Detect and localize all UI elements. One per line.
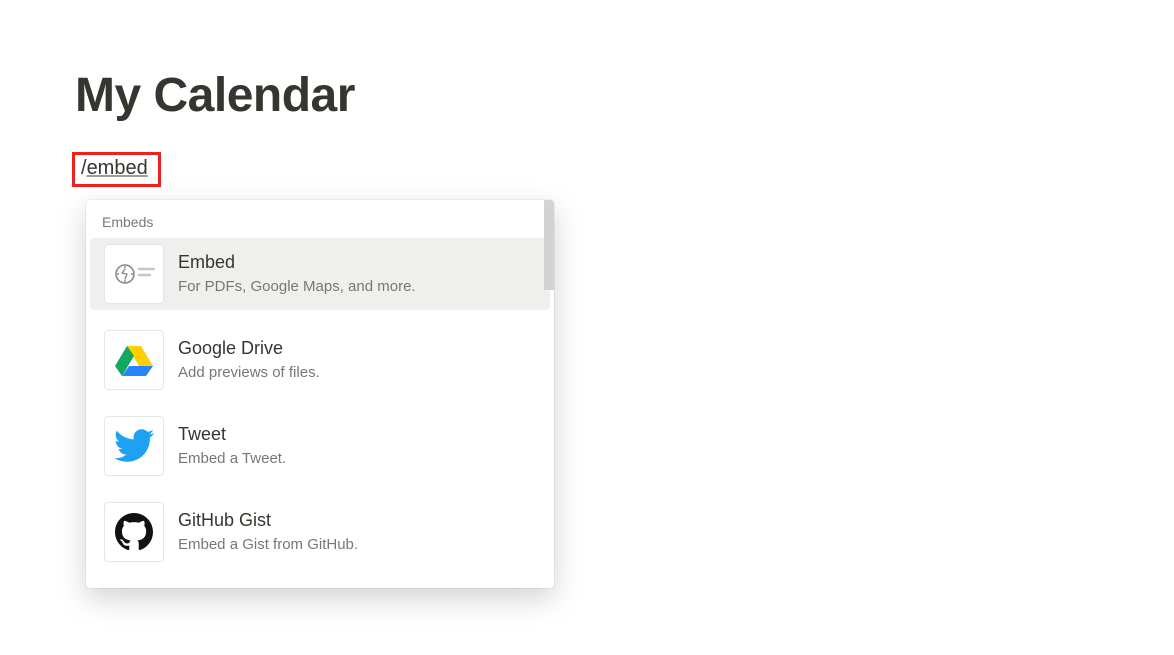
menu-item-desc: For PDFs, Google Maps, and more. — [178, 276, 416, 297]
menu-item-embed[interactable]: Embed For PDFs, Google Maps, and more. — [90, 238, 550, 310]
slash-command-dropdown: Embeds Embed For PDFs, Google Maps, and … — [86, 200, 554, 588]
scrollbar-thumb[interactable] — [544, 200, 554, 290]
google-drive-icon — [104, 330, 164, 390]
page-title: My Calendar — [75, 68, 355, 123]
menu-item-desc: Embed a Tweet. — [178, 448, 286, 469]
menu-item-title: Google Drive — [178, 337, 320, 360]
menu-item-title: GitHub Gist — [178, 509, 358, 532]
menu-item-google-drive[interactable]: Google Drive Add previews of files. — [90, 324, 550, 396]
embed-icon — [104, 244, 164, 304]
menu-item-title: Embed — [178, 251, 416, 274]
github-icon — [104, 502, 164, 562]
slash-command-text: embed — [87, 157, 148, 179]
menu-item-github-gist[interactable]: GitHub Gist Embed a Gist from GitHub. — [90, 496, 550, 568]
menu-item-desc: Add previews of files. — [178, 362, 320, 383]
dropdown-section-label: Embeds — [86, 200, 554, 238]
twitter-icon — [104, 416, 164, 476]
menu-item-tweet[interactable]: Tweet Embed a Tweet. — [90, 410, 550, 482]
menu-item-desc: Embed a Gist from GitHub. — [178, 534, 358, 555]
scrollbar-track — [544, 200, 554, 588]
menu-item-title: Tweet — [178, 423, 286, 446]
slash-command-input[interactable]: /embed — [72, 152, 161, 187]
